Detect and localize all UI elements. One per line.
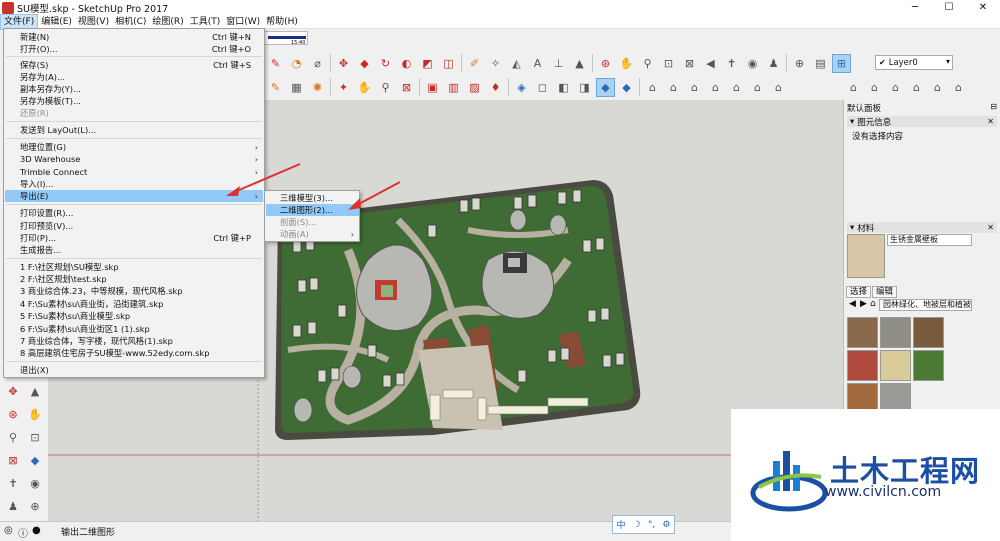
ime-moon-icon[interactable]: ☽ bbox=[633, 520, 641, 530]
material-library-select[interactable]: 园林绿化、地被层和植被 bbox=[879, 299, 972, 311]
material-swatch[interactable] bbox=[847, 350, 878, 381]
close-icon: ✕ bbox=[987, 223, 994, 232]
ime-settings-icon[interactable]: ⚙ bbox=[662, 520, 670, 530]
entity-info-header[interactable]: ▾ 图元信息 ✕ bbox=[847, 116, 997, 128]
tab-select[interactable]: 选择 bbox=[846, 286, 872, 298]
back-icon[interactable]: ◀ bbox=[849, 299, 856, 309]
ime-punctuation-icon[interactable]: °, bbox=[648, 520, 655, 530]
user-icon[interactable]: ● bbox=[32, 525, 41, 536]
ime-chinese-icon[interactable]: 中 bbox=[617, 518, 626, 531]
geo-location-icon[interactable]: ◎ bbox=[4, 525, 13, 536]
material-swatch[interactable] bbox=[913, 317, 944, 348]
forward-icon[interactable]: ▶ bbox=[860, 299, 867, 309]
materials-header[interactable]: ▾ 材料 ✕ bbox=[847, 222, 997, 234]
material-preview bbox=[847, 234, 885, 278]
sketchup-window: SU模型.skp - SketchUp Pro 2017 ─ ☐ ✕ 文件(F)… bbox=[0, 0, 1000, 541]
material-swatch[interactable] bbox=[913, 350, 944, 381]
material-swatch[interactable] bbox=[847, 317, 878, 348]
civilcn-logo-icon bbox=[750, 451, 828, 512]
ime-toolbar: 中 ☽ °, ⚙ bbox=[612, 515, 675, 534]
materials-tabs: 选择 编辑 bbox=[846, 286, 898, 298]
status-text: 输出二维图形 bbox=[61, 528, 116, 538]
watermark-url: www.civilcn.com bbox=[825, 484, 942, 500]
home-icon[interactable]: ⌂ bbox=[870, 299, 876, 309]
material-swatch[interactable] bbox=[880, 350, 911, 381]
collapse-icon: ▾ bbox=[850, 222, 855, 233]
collapse-icon: ▾ bbox=[850, 116, 855, 127]
material-swatch[interactable] bbox=[880, 317, 911, 348]
material-name-input[interactable]: 生锈金属壁板 bbox=[887, 234, 972, 246]
credits-icon[interactable]: ⓘ bbox=[18, 525, 28, 540]
entity-info-message: 没有选择内容 bbox=[852, 132, 904, 142]
tab-edit[interactable]: 编辑 bbox=[872, 286, 898, 298]
pin-icon[interactable]: ⊟ bbox=[990, 102, 997, 111]
tray-title: 默认面板 bbox=[847, 104, 882, 114]
close-icon: ✕ bbox=[987, 117, 994, 126]
